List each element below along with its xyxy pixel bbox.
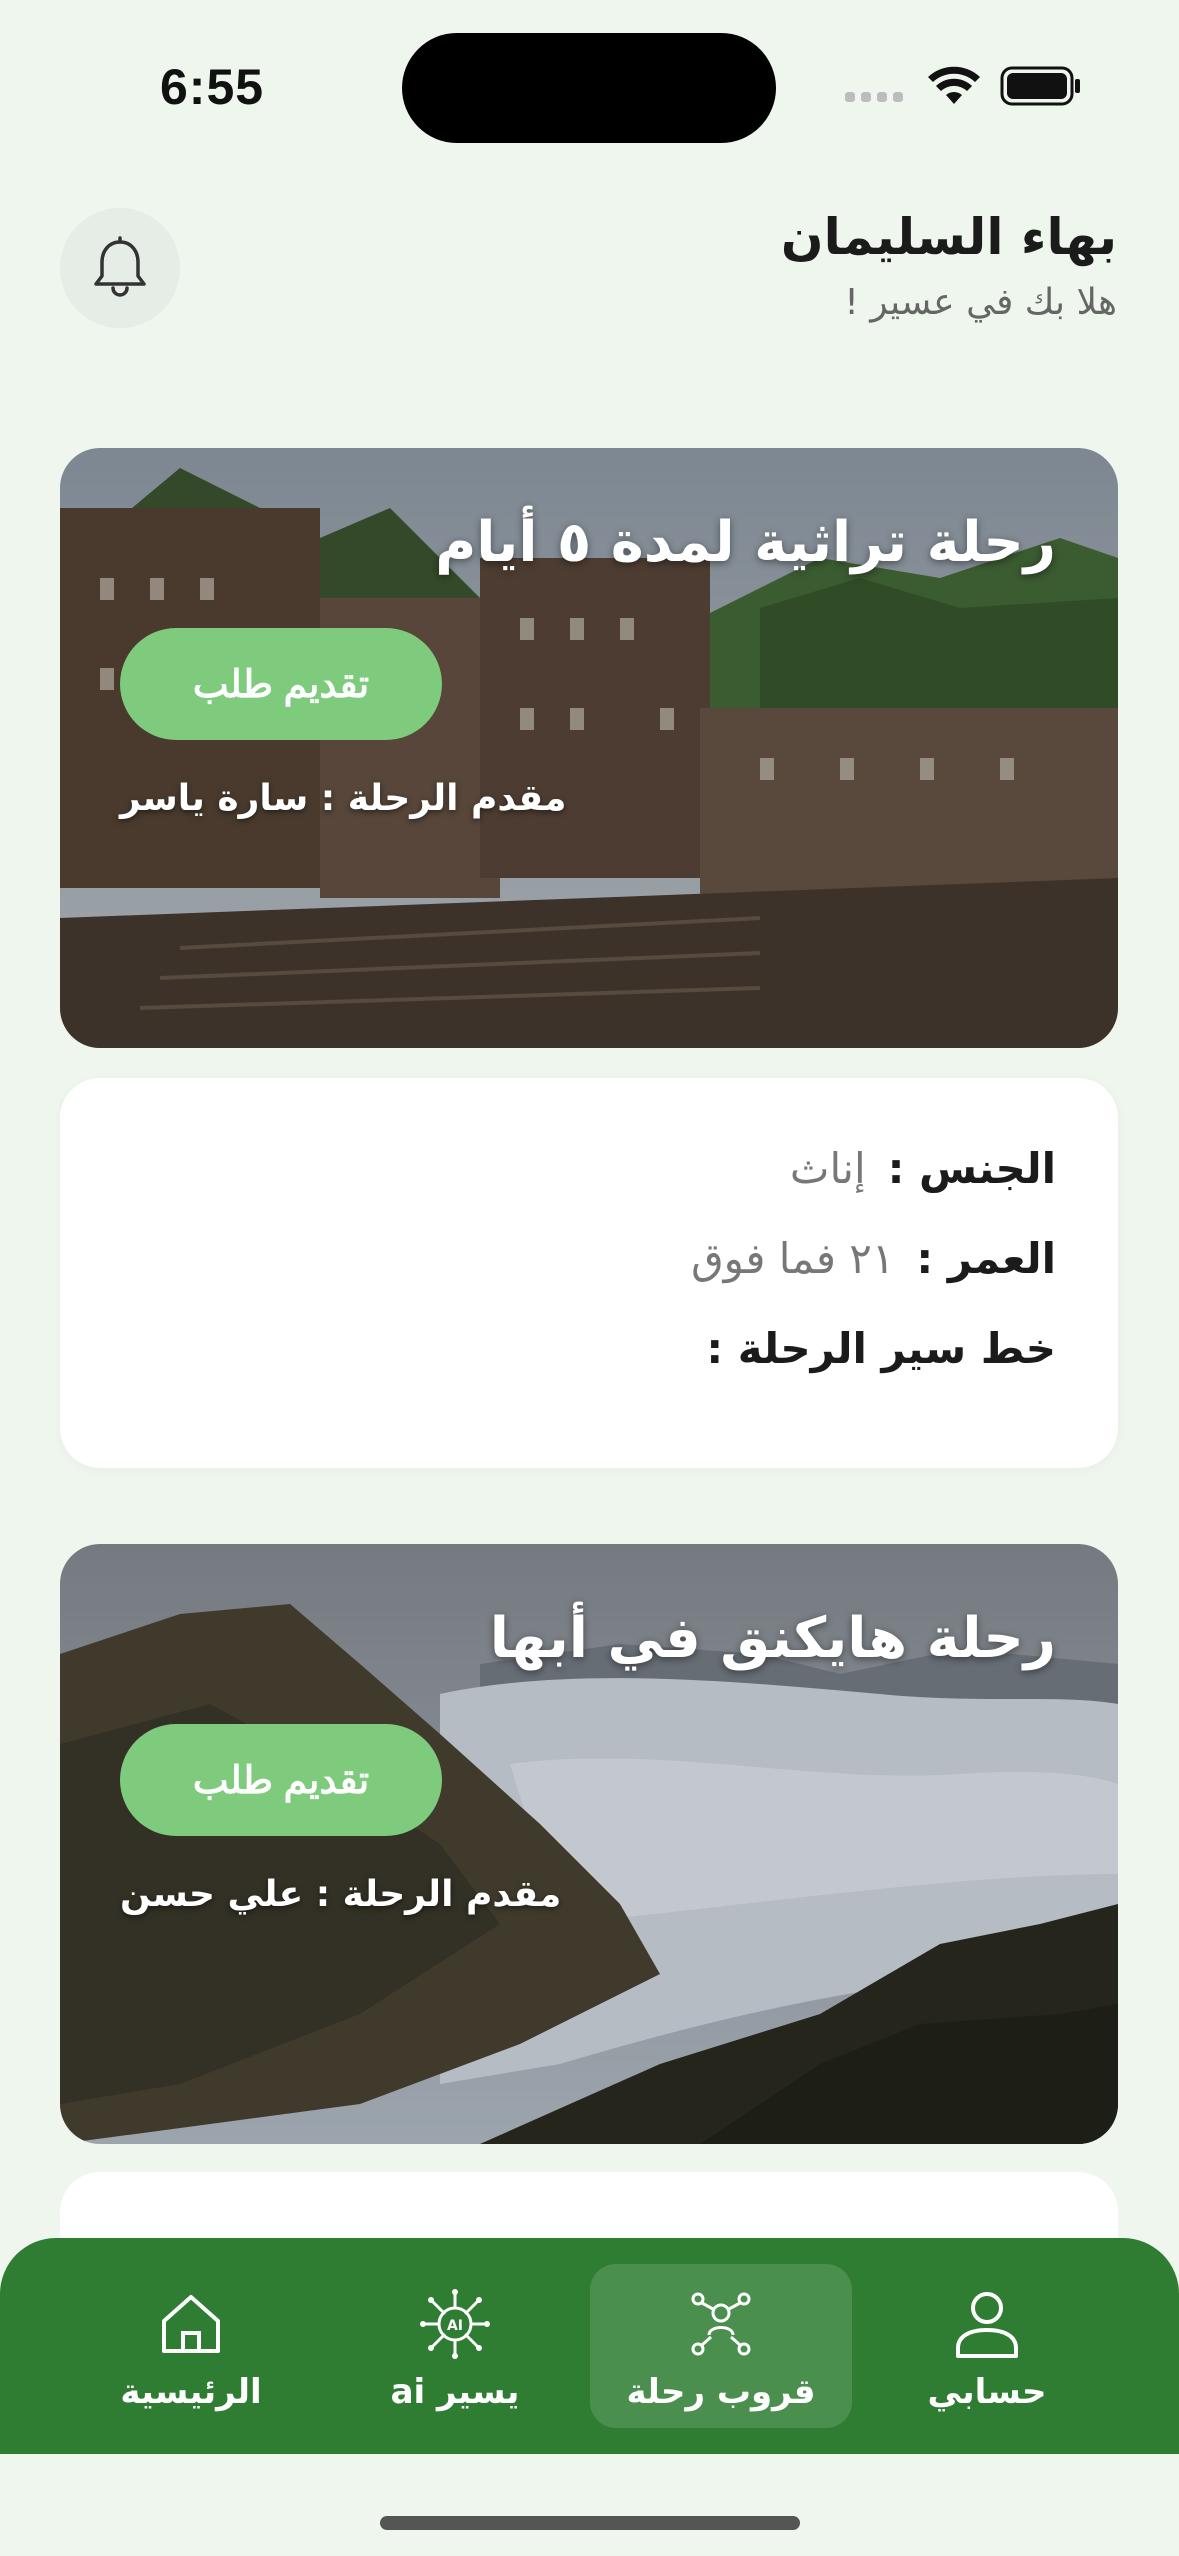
nav-home[interactable]: الرئيسية	[60, 2264, 322, 2428]
itinerary-label: خط سير الرحلة :	[706, 1324, 1056, 1373]
gender-label: الجنس :	[887, 1144, 1056, 1193]
nav-trip-group[interactable]: قروب رحلة	[590, 2264, 852, 2428]
svg-text:AI: AI	[447, 2318, 463, 2334]
group-icon	[691, 2292, 751, 2356]
cellular-signal-icon	[845, 92, 903, 102]
nav-profile[interactable]: حسابي	[856, 2264, 1118, 2428]
nav-trip-group-label: قروب رحلة	[626, 2372, 816, 2412]
battery-icon	[1000, 66, 1080, 106]
itinerary-row: خط سير الرحلة :	[706, 1324, 1056, 1373]
nav-profile-label: حسابي	[927, 2372, 1047, 2412]
trip-provider: مقدم الرحلة : سارة ياسر	[120, 778, 567, 819]
profile-icon	[956, 2292, 1018, 2358]
notifications-button[interactable]	[60, 208, 180, 328]
trip-title: رحلة هايكنق في أبها	[489, 1606, 1056, 1671]
home-icon	[162, 2295, 220, 2353]
dynamic-island	[402, 33, 776, 143]
nav-ai-label: يسير ai	[390, 2372, 520, 2412]
bell-icon	[94, 236, 146, 297]
nav-ai[interactable]: AI يسير ai	[324, 2264, 586, 2428]
status-time: 6:55	[160, 59, 265, 115]
age-row: العمر : ٢١ فما فوق	[691, 1234, 1056, 1283]
ai-chip-icon: AI	[420, 2289, 490, 2359]
home-indicator[interactable]	[380, 2516, 800, 2530]
apply-button[interactable]: تقديم طلب	[120, 1724, 442, 1836]
trip-title: رحلة تراثية لمدة ٥ أيام	[435, 510, 1056, 575]
nav-home-label: الرئيسية	[120, 2372, 262, 2412]
trip-details-card: الجنس : إناث العمر : ٢١ فما فوق خط سير ا…	[60, 1078, 1118, 1468]
age-label: العمر :	[916, 1234, 1056, 1283]
wifi-icon	[928, 66, 980, 104]
gender-row: الجنس : إناث	[790, 1144, 1056, 1193]
greeting-text: هلا بك في عسير !	[844, 282, 1117, 323]
age-value: ٢١ فما فوق	[691, 1234, 895, 1283]
trip-card[interactable]: رحلة تراثية لمدة ٥ أيام تقديم طلب مقدم ا…	[60, 448, 1118, 1048]
gender-value: إناث	[789, 1144, 866, 1193]
trip-provider: مقدم الرحلة : علي حسن	[120, 1874, 562, 1915]
trip-card[interactable]: رحلة هايكنق في أبها تقديم طلب مقدم الرحل…	[60, 1544, 1118, 2144]
apply-button[interactable]: تقديم طلب	[120, 628, 442, 740]
bottom-navigation: الرئيسية AI يسير ai قروب رحلة حسابي	[0, 2238, 1179, 2454]
user-name: بهاء السليمان	[780, 208, 1117, 266]
